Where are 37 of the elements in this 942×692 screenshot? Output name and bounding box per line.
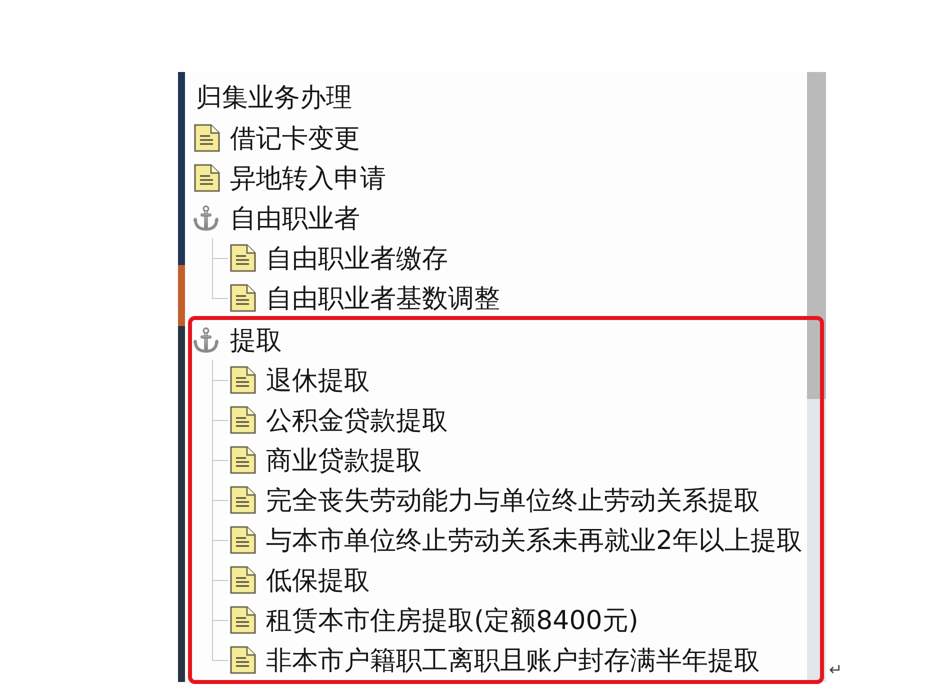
- document-icon: [230, 244, 256, 272]
- anchor-icon: [192, 326, 220, 354]
- document-icon: [194, 164, 220, 192]
- document-icon: [230, 406, 256, 434]
- tree-item[interactable]: 退休提取: [230, 360, 370, 400]
- tree-connector-line: [212, 440, 228, 480]
- tree-item[interactable]: 自由职业者: [194, 198, 360, 238]
- document-icon: [230, 526, 256, 554]
- tree-connector-line: [212, 480, 228, 520]
- tree-connector-line: [212, 400, 228, 440]
- tree-connector-line: [212, 560, 228, 600]
- scrollbar-thumb[interactable]: [807, 72, 826, 399]
- document-icon: [230, 566, 256, 594]
- document-icon: [230, 366, 256, 394]
- paragraph-mark: ↵: [829, 662, 842, 678]
- document-icon: [230, 446, 256, 474]
- tree-item[interactable]: 异地转入申请: [194, 158, 386, 198]
- tree-item[interactable]: 与本市单位终止劳动关系未再就业2年以上提取: [230, 520, 803, 560]
- tree-connector-line: [212, 360, 228, 400]
- document-icon: [230, 284, 256, 312]
- tree-item[interactable]: 商业贷款提取: [230, 440, 422, 480]
- document-icon: [194, 124, 220, 152]
- tree-root-title: 归集业务办理: [196, 82, 352, 115]
- tree-item[interactable]: 低保提取: [230, 560, 370, 600]
- tree-item[interactable]: 非本市户籍职工离职且账户封存满半年提取: [230, 640, 760, 680]
- tree-connector-line: [212, 520, 228, 560]
- tree-item[interactable]: 借记卡变更: [194, 118, 360, 158]
- tree-item[interactable]: 自由职业者缴存: [230, 238, 448, 278]
- tree-item[interactable]: 自由职业者基数调整: [230, 278, 500, 318]
- document-icon: [230, 486, 256, 514]
- tree-item[interactable]: 完全丧失劳动能力与单位终止劳动关系提取: [230, 480, 760, 520]
- tree-item[interactable]: 公积金贷款提取: [230, 400, 448, 440]
- document-icon: [230, 646, 256, 674]
- document-icon: [230, 606, 256, 634]
- tree-item[interactable]: 租赁本市住房提取(定额8400元): [230, 600, 638, 640]
- anchor-icon: [192, 204, 220, 232]
- tree-item[interactable]: 提取: [194, 320, 282, 360]
